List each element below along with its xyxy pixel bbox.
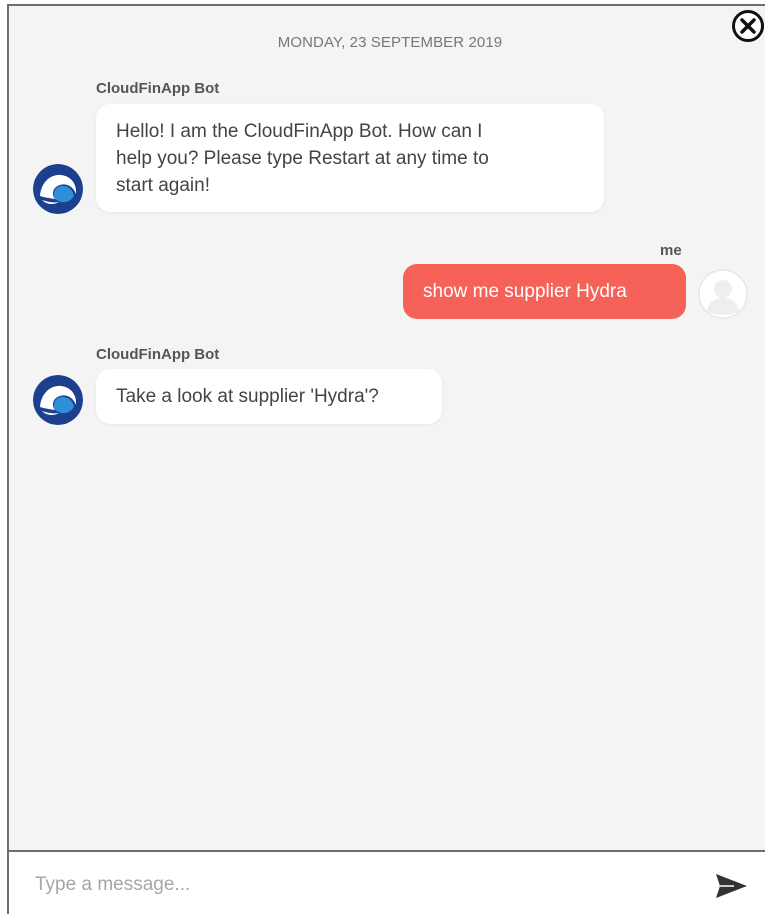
message-text-line: start again!	[116, 175, 210, 196]
message-input[interactable]	[33, 868, 677, 902]
date-separator: MONDAY, 23 SEPTEMBER 2019	[277, 34, 503, 51]
message-text-line: Hello! I am the CloudFinApp Bot. How can…	[116, 121, 483, 142]
user-avatar-icon	[698, 269, 748, 319]
bot-message-bubble: Hello! I am the CloudFinApp Bot. How can…	[96, 104, 604, 212]
message-sender-bot: CloudFinApp Bot	[96, 346, 220, 363]
bot-avatar-icon	[33, 164, 83, 214]
message-sender-bot: CloudFinApp Bot	[96, 80, 220, 97]
bot-message-bubble: Take a look at supplier 'Hydra'?	[96, 369, 442, 424]
message-text-line: help you? Please type Restart at any tim…	[116, 148, 489, 169]
bot-avatar-icon	[33, 375, 83, 425]
message-text: show me supplier Hydra	[423, 281, 627, 302]
send-icon[interactable]	[714, 871, 750, 901]
message-sender-user: me	[660, 242, 682, 259]
message-text: Take a look at supplier 'Hydra'?	[116, 386, 379, 407]
user-message-bubble: show me supplier Hydra	[403, 264, 686, 319]
message-composer	[9, 850, 765, 914]
